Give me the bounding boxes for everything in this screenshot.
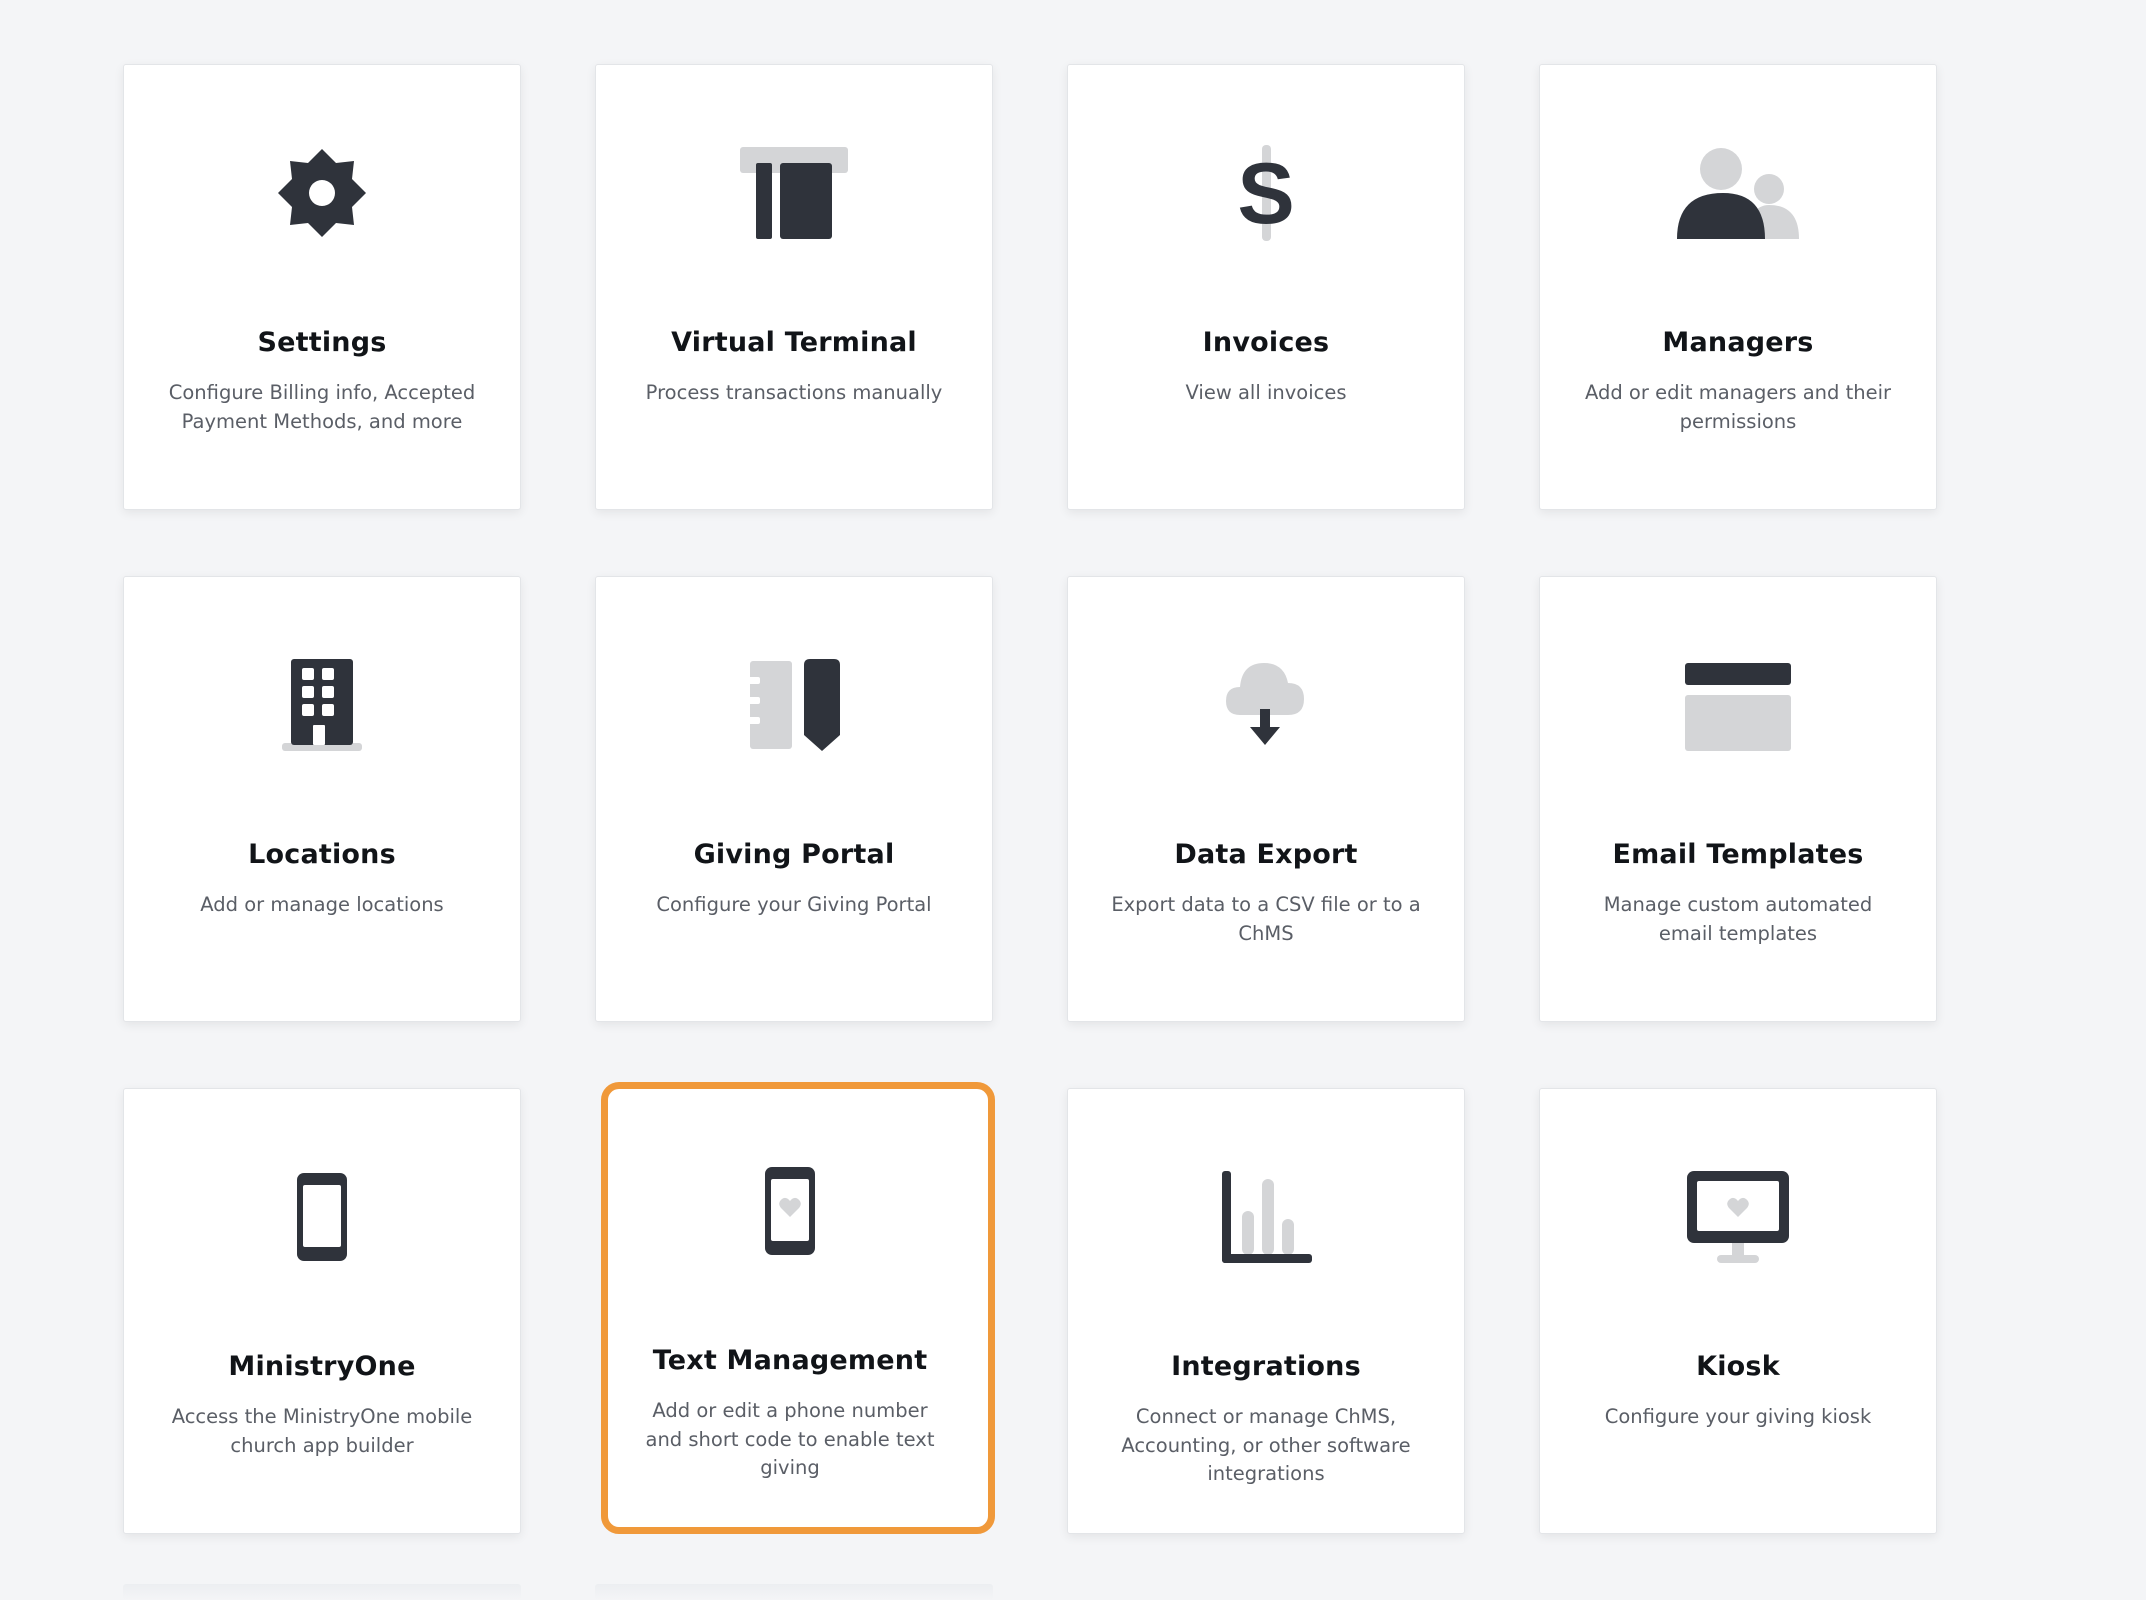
email-template-icon <box>1673 655 1803 755</box>
card-title: Virtual Terminal <box>671 327 917 358</box>
gear-icon <box>257 143 387 243</box>
card-invoices[interactable]: S Invoices View all invoices <box>1067 64 1465 510</box>
users-icon <box>1673 143 1803 243</box>
card-title: Kiosk <box>1696 1351 1780 1382</box>
card-title: Locations <box>248 839 396 870</box>
card-integrations[interactable]: Integrations Connect or manage ChMS, Acc… <box>1067 1088 1465 1534</box>
card-title: Text Management <box>652 1345 928 1376</box>
card-title: Invoices <box>1202 327 1330 358</box>
card-description: Add or edit a phone number and short cod… <box>645 1399 935 1479</box>
building-icon <box>257 655 387 755</box>
card-description: Configure your giving kiosk <box>1604 1405 1872 1428</box>
phone-heart-icon <box>725 1161 855 1261</box>
settings-card-grid: Settings Configure Billing info, Accepte… <box>123 64 1937 1534</box>
dollar-icon: S <box>1201 143 1331 243</box>
card-description: Process transactions manually <box>645 381 943 404</box>
card-description: Configure Billing info, Accepted Payment… <box>168 381 476 433</box>
card-description: Configure your Giving Portal <box>656 893 932 916</box>
card-description: Manage custom automated email templates <box>1603 893 1873 945</box>
card-description: Access the MinistryOne mobile church app… <box>171 1405 473 1457</box>
card-title: MinistryOne <box>228 1351 416 1382</box>
card-virtual-terminal[interactable]: Virtual Terminal Process transactions ma… <box>595 64 993 510</box>
card-title: Managers <box>1662 327 1814 358</box>
card-kiosk[interactable]: Kiosk Configure your giving kiosk <box>1539 1088 1937 1534</box>
card-settings[interactable]: Settings Configure Billing info, Accepte… <box>123 64 521 510</box>
svg-text:S: S <box>1237 146 1294 241</box>
mobile-phone-icon <box>257 1167 387 1267</box>
card-text-management[interactable]: Text Management Add or edit a phone numb… <box>601 1082 995 1534</box>
bar-chart-icon <box>1201 1167 1331 1267</box>
card-description: Export data to a CSV file or to a ChMS <box>1111 893 1421 945</box>
card-title: Settings <box>257 327 387 358</box>
card-title: Giving Portal <box>693 839 895 870</box>
portal-icon <box>729 655 859 755</box>
card-title: Integrations <box>1171 1351 1361 1382</box>
card-managers[interactable]: Managers Add or edit managers and their … <box>1539 64 1937 510</box>
card-data-export[interactable]: Data Export Export data to a CSV file or… <box>1067 576 1465 1022</box>
card-giving-portal[interactable]: Giving Portal Configure your Giving Port… <box>595 576 993 1022</box>
kiosk-monitor-icon <box>1673 1167 1803 1267</box>
card-ministryone[interactable]: MinistryOne Access the MinistryOne mobil… <box>123 1088 521 1534</box>
card-title: Email Templates <box>1612 839 1864 870</box>
card-description: View all invoices <box>1185 381 1347 404</box>
card-description: Add or manage locations <box>200 893 444 916</box>
card-description: Add or edit managers and their permissio… <box>1584 381 1892 433</box>
card-description: Connect or manage ChMS, Accounting, or o… <box>1121 1405 1411 1485</box>
cloud-download-icon <box>1201 655 1331 755</box>
card-email-templates[interactable]: Email Templates Manage custom automated … <box>1539 576 1937 1022</box>
card-locations[interactable]: Locations Add or manage locations <box>123 576 521 1022</box>
next-row-card-edge <box>595 1584 993 1600</box>
terminal-icon <box>729 143 859 243</box>
card-title: Data Export <box>1174 839 1358 870</box>
next-row-card-edge <box>123 1584 521 1600</box>
